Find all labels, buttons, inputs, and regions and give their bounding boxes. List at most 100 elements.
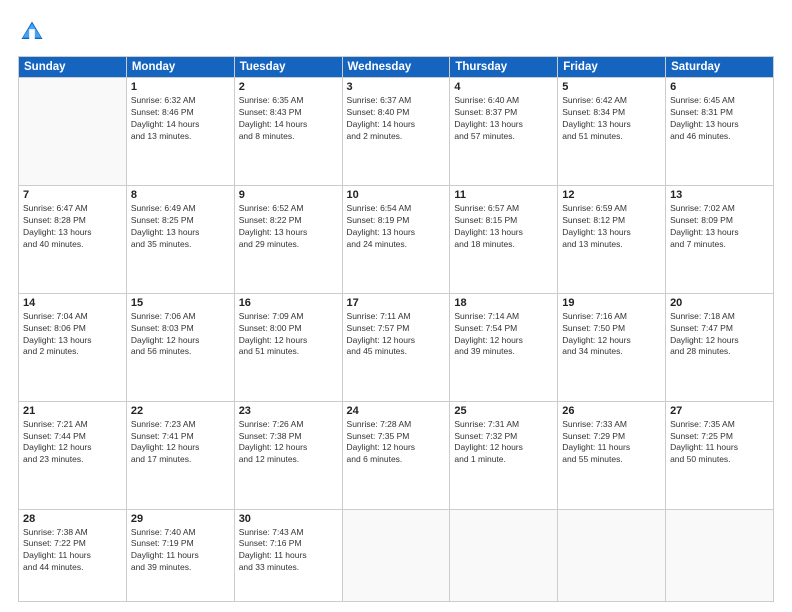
cell-info: Sunrise: 7:16 AM Sunset: 7:50 PM Dayligh…: [562, 311, 661, 359]
calendar-cell: 6Sunrise: 6:45 AM Sunset: 8:31 PM Daylig…: [666, 78, 774, 186]
calendar-cell: [450, 509, 558, 602]
calendar-cell: 22 Sunrise: 7:23 AM Sunset: 7:41 PM Dayli…: [126, 401, 234, 509]
cell-info: Sunrise: 7:43 AM Sunset: 7:16 PM Dayligh…: [239, 527, 338, 575]
day-number: 19: [562, 297, 661, 309]
cell-info: Sunrise: 7:18 AM Sunset: 7:47 PM Dayligh…: [670, 311, 769, 359]
calendar-cell: 13 Sunrise: 7:02 AM Sunset: 8:09 PM Dayli…: [666, 185, 774, 293]
calendar-cell: 25Sunrise: 7:31 AM Sunset: 7:32 PM Dayli…: [450, 401, 558, 509]
day-number: 6: [670, 81, 769, 93]
cell-info: Sunrise: 6:57 AM Sunset: 8:15 PM Dayligh…: [454, 203, 553, 251]
calendar-cell: 8 Sunrise: 6:49 AM Sunset: 8:25 PM Daylig…: [126, 185, 234, 293]
day-number: 23: [239, 405, 338, 417]
calendar-cell: 26 Sunrise: 7:33 AM Sunset: 7:29 PM Dayli…: [558, 401, 666, 509]
calendar-cell: [342, 509, 450, 602]
calendar-cell: 16 Sunrise: 7:09 AM Sunset: 8:00 PM Dayli…: [234, 293, 342, 401]
day-number: 18: [454, 297, 553, 309]
cell-info: Sunrise: 7:23 AM Sunset: 7:41 PM Dayligh…: [131, 419, 230, 467]
calendar-cell: 7 Sunrise: 6:47 AM Sunset: 8:28 PM Daylig…: [19, 185, 127, 293]
calendar-week-row: 21 Sunrise: 7:21 AM Sunset: 7:44 PM Dayli…: [19, 401, 774, 509]
calendar-cell: 28 Sunrise: 7:38 AM Sunset: 7:22 PM Dayli…: [19, 509, 127, 602]
calendar-cell: [666, 509, 774, 602]
day-number: 26: [562, 405, 661, 417]
calendar-cell: 10 Sunrise: 6:54 AM Sunset: 8:19 PM Dayli…: [342, 185, 450, 293]
cell-info: Sunrise: 6:59 AM Sunset: 8:12 PM Dayligh…: [562, 203, 661, 251]
cell-info: Sunrise: 6:37 AM Sunset: 8:40 PM Dayligh…: [347, 95, 446, 143]
weekday-header-sunday: Sunday: [19, 57, 127, 78]
day-number: 10: [347, 189, 446, 201]
cell-info: Sunrise: 7:28 AM Sunset: 7:35 PM Dayligh…: [347, 419, 446, 467]
cell-info: Sunrise: 6:49 AM Sunset: 8:25 PM Dayligh…: [131, 203, 230, 251]
calendar-cell: 4Sunrise: 6:40 AM Sunset: 8:37 PM Daylig…: [450, 78, 558, 186]
cell-info: Sunrise: 6:54 AM Sunset: 8:19 PM Dayligh…: [347, 203, 446, 251]
cell-info: Sunrise: 6:42 AM Sunset: 8:34 PM Dayligh…: [562, 95, 661, 143]
calendar-cell: 15Sunrise: 7:06 AM Sunset: 8:03 PM Dayli…: [126, 293, 234, 401]
day-number: 9: [239, 189, 338, 201]
day-number: 4: [454, 81, 553, 93]
day-number: 14: [23, 297, 122, 309]
day-number: 29: [131, 513, 230, 525]
calendar-cell: 1 Sunrise: 6:32 AM Sunset: 8:46 PM Daylig…: [126, 78, 234, 186]
cell-info: Sunrise: 7:38 AM Sunset: 7:22 PM Dayligh…: [23, 527, 122, 575]
calendar-cell: [558, 509, 666, 602]
day-number: 2: [239, 81, 338, 93]
calendar-cell: 24 Sunrise: 7:28 AM Sunset: 7:35 PM Dayli…: [342, 401, 450, 509]
header: [18, 18, 774, 46]
calendar-cell: 19 Sunrise: 7:16 AM Sunset: 7:50 PM Dayli…: [558, 293, 666, 401]
weekday-header-friday: Friday: [558, 57, 666, 78]
calendar-cell: 9 Sunrise: 6:52 AM Sunset: 8:22 PM Daylig…: [234, 185, 342, 293]
calendar-cell: [19, 78, 127, 186]
day-number: 30: [239, 513, 338, 525]
calendar-cell: 27 Sunrise: 7:35 AM Sunset: 7:25 PM Dayli…: [666, 401, 774, 509]
cell-info: Sunrise: 7:21 AM Sunset: 7:44 PM Dayligh…: [23, 419, 122, 467]
day-number: 16: [239, 297, 338, 309]
day-number: 7: [23, 189, 122, 201]
day-number: 3: [347, 81, 446, 93]
cell-info: Sunrise: 7:09 AM Sunset: 8:00 PM Dayligh…: [239, 311, 338, 359]
page: SundayMondayTuesdayWednesdayThursdayFrid…: [0, 0, 792, 612]
cell-info: Sunrise: 6:47 AM Sunset: 8:28 PM Dayligh…: [23, 203, 122, 251]
day-number: 21: [23, 405, 122, 417]
day-number: 17: [347, 297, 446, 309]
day-number: 13: [670, 189, 769, 201]
calendar-week-row: 7 Sunrise: 6:47 AM Sunset: 8:28 PM Daylig…: [19, 185, 774, 293]
weekday-header-tuesday: Tuesday: [234, 57, 342, 78]
calendar-cell: 5 Sunrise: 6:42 AM Sunset: 8:34 PM Daylig…: [558, 78, 666, 186]
weekday-header-monday: Monday: [126, 57, 234, 78]
day-number: 28: [23, 513, 122, 525]
day-number: 24: [347, 405, 446, 417]
weekday-header-row: SundayMondayTuesdayWednesdayThursdayFrid…: [19, 57, 774, 78]
cell-info: Sunrise: 7:02 AM Sunset: 8:09 PM Dayligh…: [670, 203, 769, 251]
day-number: 5: [562, 81, 661, 93]
weekday-header-saturday: Saturday: [666, 57, 774, 78]
cell-info: Sunrise: 7:40 AM Sunset: 7:19 PM Dayligh…: [131, 527, 230, 575]
cell-info: Sunrise: 7:26 AM Sunset: 7:38 PM Dayligh…: [239, 419, 338, 467]
day-number: 27: [670, 405, 769, 417]
cell-info: Sunrise: 7:35 AM Sunset: 7:25 PM Dayligh…: [670, 419, 769, 467]
weekday-header-wednesday: Wednesday: [342, 57, 450, 78]
day-number: 22: [131, 405, 230, 417]
day-number: 15: [131, 297, 230, 309]
calendar-cell: 21 Sunrise: 7:21 AM Sunset: 7:44 PM Dayli…: [19, 401, 127, 509]
calendar-cell: 18 Sunrise: 7:14 AM Sunset: 7:54 PM Dayli…: [450, 293, 558, 401]
day-number: 12: [562, 189, 661, 201]
logo: [18, 18, 50, 46]
cell-info: Sunrise: 6:52 AM Sunset: 8:22 PM Dayligh…: [239, 203, 338, 251]
cell-info: Sunrise: 6:32 AM Sunset: 8:46 PM Dayligh…: [131, 95, 230, 143]
calendar-cell: 23 Sunrise: 7:26 AM Sunset: 7:38 PM Dayli…: [234, 401, 342, 509]
calendar-cell: 3 Sunrise: 6:37 AM Sunset: 8:40 PM Daylig…: [342, 78, 450, 186]
cell-info: Sunrise: 7:33 AM Sunset: 7:29 PM Dayligh…: [562, 419, 661, 467]
calendar-cell: 20Sunrise: 7:18 AM Sunset: 7:47 PM Dayli…: [666, 293, 774, 401]
day-number: 8: [131, 189, 230, 201]
calendar-week-row: 1 Sunrise: 6:32 AM Sunset: 8:46 PM Daylig…: [19, 78, 774, 186]
calendar-cell: 11 Sunrise: 6:57 AM Sunset: 8:15 PM Dayli…: [450, 185, 558, 293]
calendar-cell: 29 Sunrise: 7:40 AM Sunset: 7:19 PM Dayli…: [126, 509, 234, 602]
calendar-week-row: 28 Sunrise: 7:38 AM Sunset: 7:22 PM Dayli…: [19, 509, 774, 602]
day-number: 11: [454, 189, 553, 201]
day-number: 1: [131, 81, 230, 93]
day-number: 25: [454, 405, 553, 417]
calendar-cell: 14Sunrise: 7:04 AM Sunset: 8:06 PM Dayli…: [19, 293, 127, 401]
cell-info: Sunrise: 7:11 AM Sunset: 7:57 PM Dayligh…: [347, 311, 446, 359]
cell-info: Sunrise: 7:14 AM Sunset: 7:54 PM Dayligh…: [454, 311, 553, 359]
calendar-cell: 17 Sunrise: 7:11 AM Sunset: 7:57 PM Dayli…: [342, 293, 450, 401]
calendar-week-row: 14Sunrise: 7:04 AM Sunset: 8:06 PM Dayli…: [19, 293, 774, 401]
